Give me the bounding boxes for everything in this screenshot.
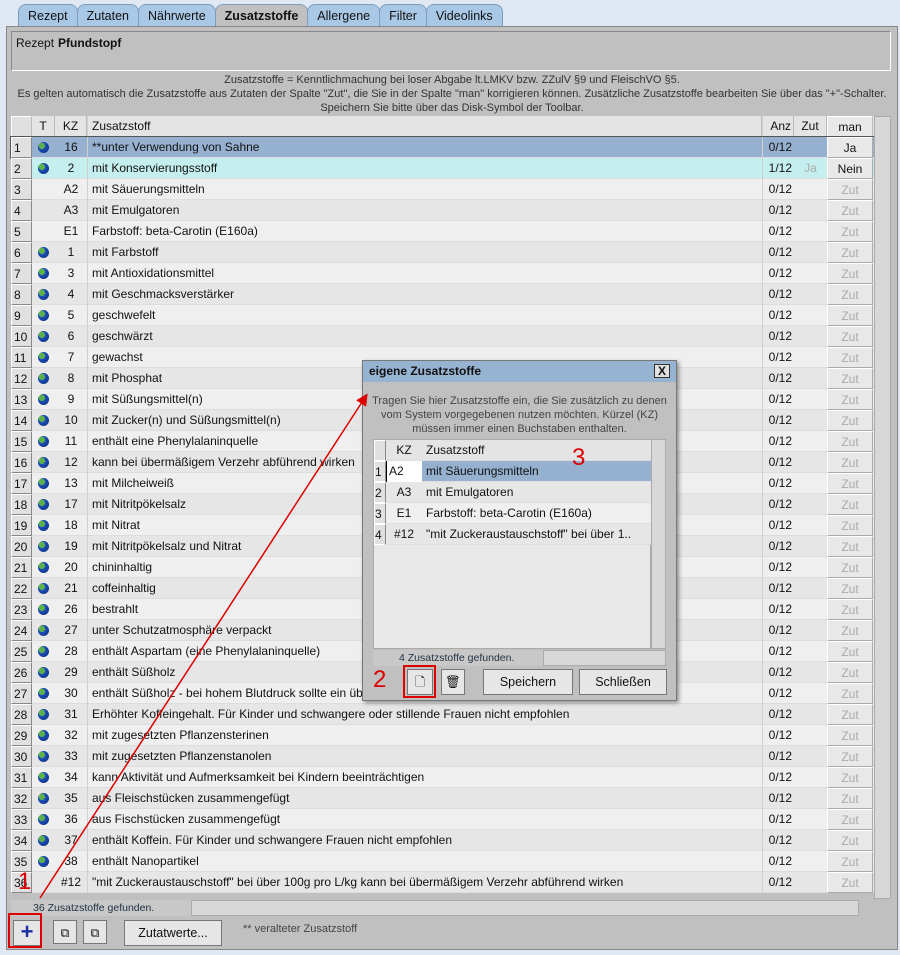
annotation-arrow — [39, 393, 368, 899]
annotation-box-new — [403, 665, 436, 698]
annotation-number-2: 2 — [373, 666, 387, 693]
annotation-number-3: 3 — [572, 444, 586, 471]
annotation-number-1: 1 — [18, 868, 32, 895]
annotation-overlay — [39, 393, 368, 899]
annotation-box-add — [8, 913, 42, 948]
